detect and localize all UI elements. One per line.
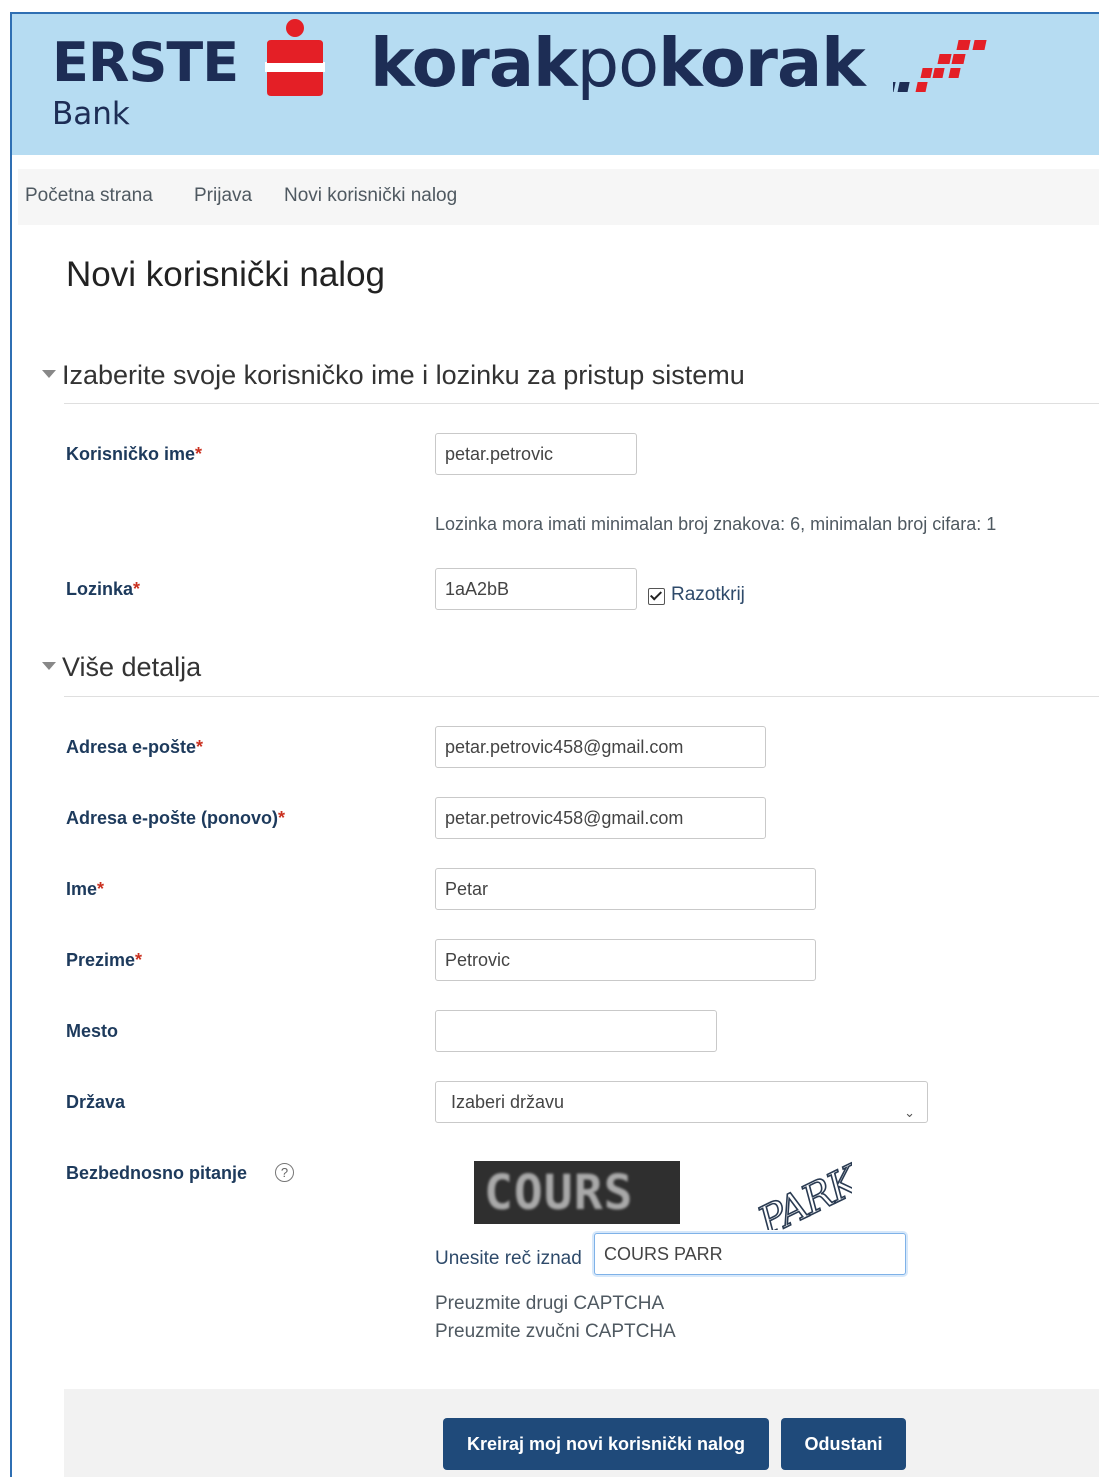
collapse-caret-icon bbox=[42, 369, 56, 378]
captcha-word-2: PARK bbox=[750, 1160, 852, 1230]
section-details-title: Više detalja bbox=[62, 652, 202, 682]
first-name-label: Ime* bbox=[66, 879, 104, 900]
erste-logo-icon bbox=[265, 19, 325, 96]
country-select-value: Izaberi državu bbox=[451, 1092, 565, 1112]
window-border-left bbox=[10, 14, 12, 1477]
reveal-password-label[interactable]: Razotkrij bbox=[671, 584, 745, 606]
breadcrumb-current: Novi korisnički nalog bbox=[284, 185, 458, 206]
title-part-2: po bbox=[576, 24, 660, 102]
city-label: Mesto bbox=[66, 1021, 119, 1041]
dots-logo-icon bbox=[893, 40, 987, 92]
title-part-3: korak bbox=[658, 24, 866, 102]
required-mark: * bbox=[97, 879, 105, 899]
captcha-prompt-label: Unesite reč iznad bbox=[435, 1248, 582, 1269]
erste-brand-text: ERSTE bbox=[52, 31, 239, 94]
captcha-image-2: PARK bbox=[750, 1160, 852, 1230]
required-mark: * bbox=[195, 444, 203, 464]
required-mark: * bbox=[133, 579, 141, 599]
last-name-label: Prezime* bbox=[66, 950, 142, 971]
korakpokorak-title: korakpokorak bbox=[370, 30, 866, 97]
question-circle-icon[interactable]: ? bbox=[275, 1163, 294, 1182]
page-title: Novi korisnički nalog bbox=[66, 255, 386, 294]
username-input[interactable]: petar.petrovic bbox=[435, 433, 637, 475]
password-label: Lozinka* bbox=[66, 579, 140, 600]
password-policy-hint: Lozinka mora imati minimalan broj znakov… bbox=[435, 514, 997, 534]
last-name-label-text: Prezime bbox=[66, 950, 136, 970]
username-label-text: Korisničko ime bbox=[66, 444, 196, 464]
section-account-toggle[interactable]: Izaberite svoje korisničko ime i lozinku… bbox=[42, 360, 745, 391]
chevron-down-icon: ⌄ bbox=[904, 1105, 915, 1120]
required-mark: * bbox=[196, 737, 204, 757]
email-label-text: Adresa e-pošte bbox=[66, 737, 197, 757]
city-input[interactable] bbox=[435, 1010, 717, 1052]
title-part-1: korak bbox=[370, 24, 578, 102]
section-account-title: Izaberite svoje korisničko ime i lozinku… bbox=[62, 360, 745, 390]
captcha-audio-link[interactable]: Preuzmite zvučni CAPTCHA bbox=[435, 1321, 676, 1343]
captcha-word-1: COURS bbox=[484, 1165, 634, 1221]
email-again-label-text: Adresa e-pošte (ponovo) bbox=[66, 808, 279, 828]
create-account-button[interactable]: Kreiraj moj novi korisnički nalog bbox=[443, 1418, 769, 1470]
breadcrumb bbox=[18, 169, 1099, 225]
section-divider bbox=[64, 403, 1099, 404]
email-input[interactable]: petar.petrovic458@gmail.com bbox=[435, 726, 766, 768]
first-name-input[interactable]: Petar bbox=[435, 868, 816, 910]
username-label: Korisničko ime* bbox=[66, 444, 202, 465]
reveal-password-checkbox[interactable] bbox=[648, 588, 665, 605]
captcha-image-1: COURS bbox=[474, 1161, 680, 1224]
password-label-text: Lozinka bbox=[66, 579, 134, 599]
captcha-label: Bezbednosno pitanje bbox=[66, 1163, 248, 1183]
captcha-new-link[interactable]: Preuzmite drugi CAPTCHA bbox=[435, 1293, 664, 1315]
collapse-caret-icon bbox=[42, 661, 56, 670]
password-input[interactable]: 1aA2bB bbox=[435, 568, 637, 610]
required-mark: * bbox=[278, 808, 286, 828]
country-label: Država bbox=[66, 1092, 126, 1112]
section-divider bbox=[64, 696, 1099, 697]
breadcrumb-login-link[interactable]: Prijava bbox=[194, 185, 252, 207]
required-mark: * bbox=[135, 950, 143, 970]
first-name-label-text: Ime bbox=[66, 879, 98, 899]
email-again-input[interactable]: petar.petrovic458@gmail.com bbox=[435, 797, 766, 839]
breadcrumb-home-link[interactable]: Početna strana bbox=[25, 185, 153, 207]
email-again-label: Adresa e-pošte (ponovo)* bbox=[66, 808, 285, 829]
last-name-input[interactable]: Petrovic bbox=[435, 939, 816, 981]
country-select[interactable]: Izaberi državu ⌄ bbox=[435, 1081, 928, 1123]
email-label: Adresa e-pošte* bbox=[66, 737, 203, 758]
bank-brand-text: Bank bbox=[52, 96, 130, 132]
section-details-toggle[interactable]: Više detalja bbox=[42, 652, 201, 683]
captcha-input[interactable]: COURS PARR bbox=[594, 1233, 906, 1275]
cancel-button[interactable]: Odustani bbox=[781, 1418, 906, 1470]
